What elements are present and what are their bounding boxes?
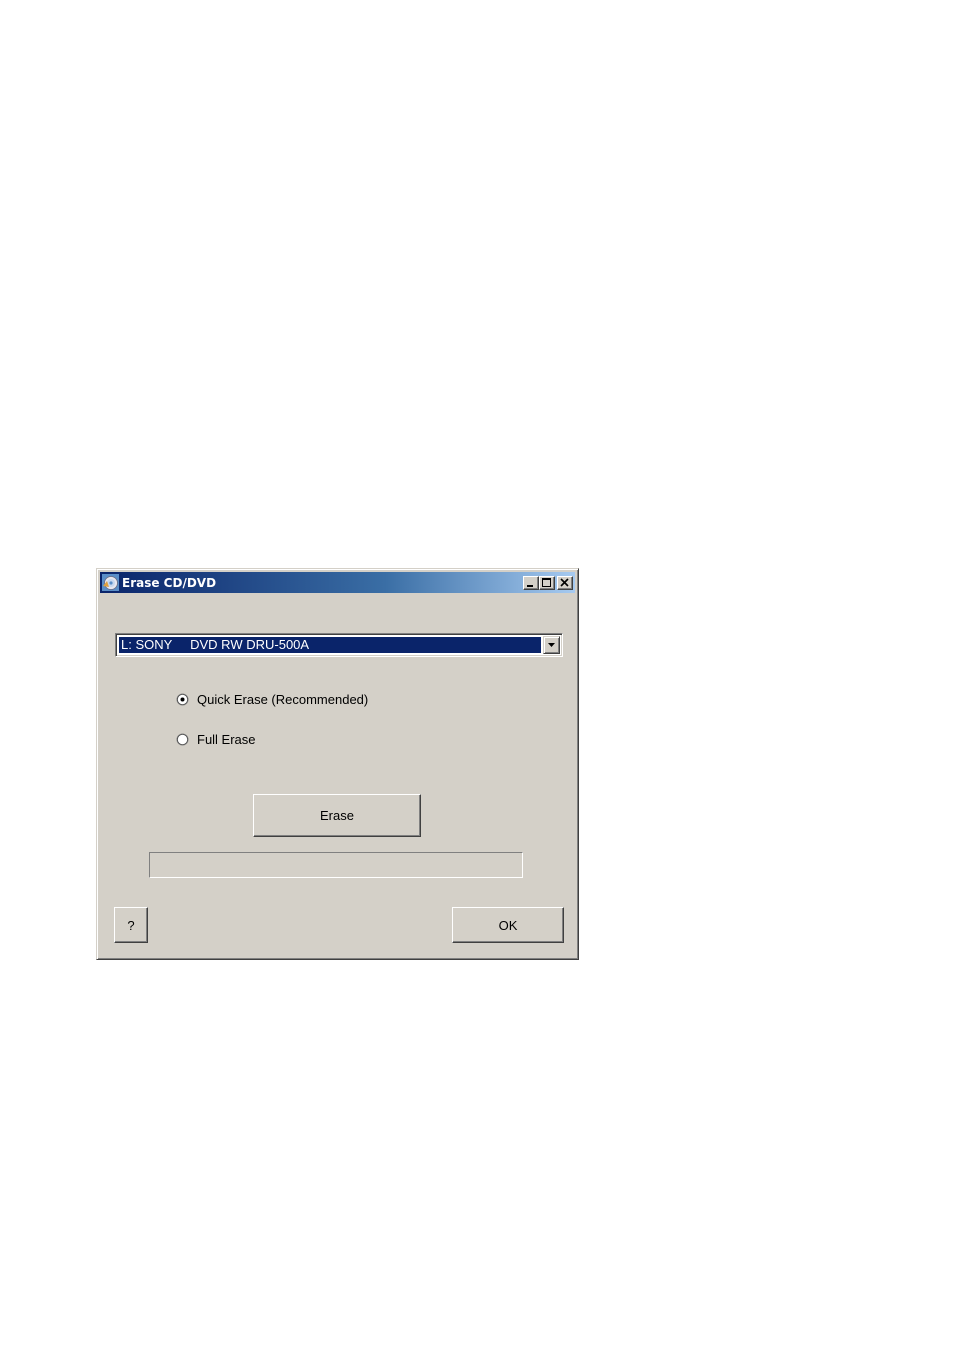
close-button[interactable] bbox=[557, 575, 573, 590]
cd-dvd-app-icon bbox=[102, 574, 119, 591]
radio-button-unchecked[interactable] bbox=[176, 733, 189, 746]
drive-select-value: L: SONY DVD RW DRU-500A bbox=[119, 637, 541, 653]
maximize-button[interactable] bbox=[539, 575, 555, 590]
erase-progress-bar bbox=[149, 852, 523, 878]
quick-erase-label: Quick Erase (Recommended) bbox=[197, 691, 369, 707]
radio-full-erase[interactable]: Full Erase bbox=[176, 730, 256, 748]
close-icon bbox=[560, 577, 569, 587]
radio-quick-erase[interactable]: Quick Erase (Recommended) bbox=[176, 690, 368, 708]
minimize-icon bbox=[527, 584, 533, 587]
erase-cd-dvd-window: Erase CD/DVD L: SONY DVD RW DRU-500A Qui… bbox=[96, 568, 579, 960]
radio-button-checked[interactable] bbox=[176, 693, 189, 706]
ok-button[interactable]: OK bbox=[452, 907, 564, 943]
full-erase-label: Full Erase bbox=[197, 731, 256, 747]
drive-select-dropdown-button[interactable] bbox=[543, 636, 560, 654]
minimize-button[interactable] bbox=[523, 575, 539, 590]
erase-button[interactable]: Erase bbox=[253, 794, 421, 837]
title-bar[interactable]: Erase CD/DVD bbox=[100, 572, 575, 593]
help-button[interactable]: ? bbox=[114, 907, 148, 943]
chevron-down-icon bbox=[548, 643, 555, 647]
maximize-icon bbox=[542, 577, 551, 587]
drive-select[interactable]: L: SONY DVD RW DRU-500A bbox=[115, 633, 563, 657]
window-title: Erase CD/DVD bbox=[122, 575, 217, 590]
